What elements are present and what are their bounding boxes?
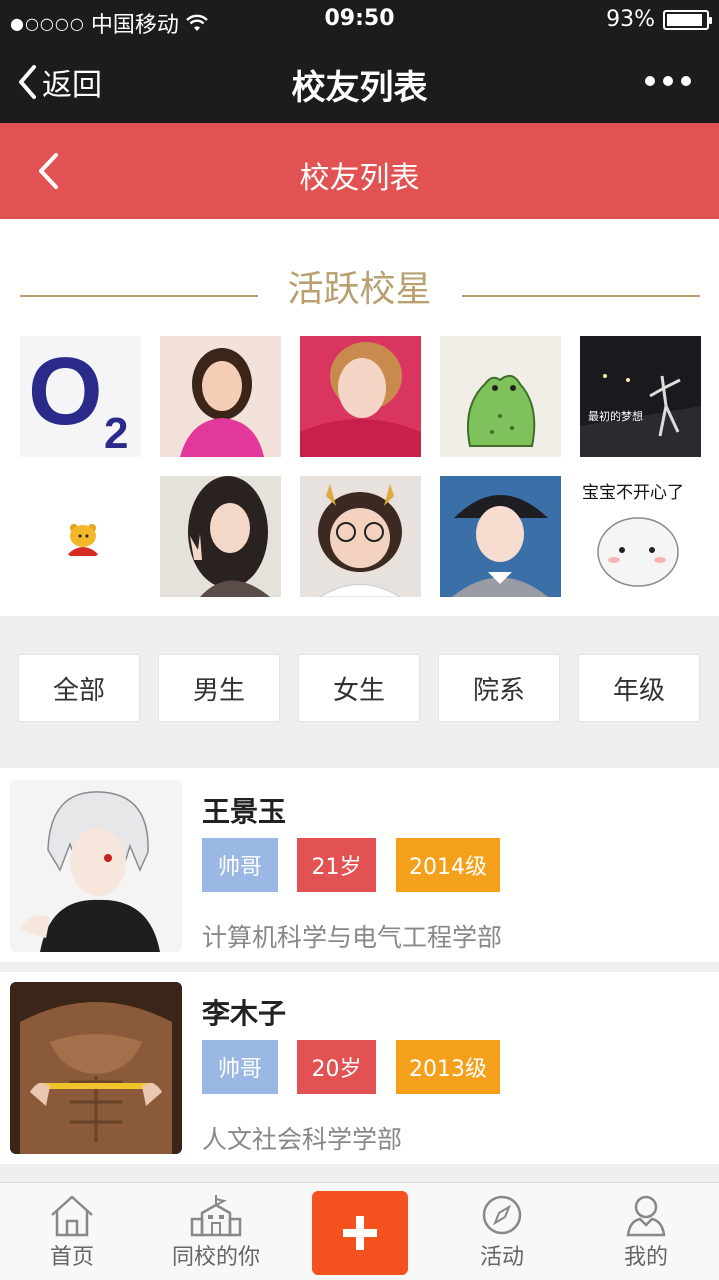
avatar-girl-red[interactable] [300, 336, 421, 457]
tab-profile[interactable]: 我的 [586, 1183, 706, 1280]
user-photo[interactable] [10, 780, 182, 952]
user-photo[interactable] [10, 982, 182, 1154]
avatar-o2-logo[interactable]: O 2 [20, 336, 141, 457]
filter-department[interactable]: 院系 [438, 654, 560, 722]
avatar-night-photo[interactable]: 最初的梦想 [580, 336, 701, 457]
bottom-tab-bar: 首页 同校的你 活动 我的 [0, 1182, 719, 1280]
battery-fill [667, 13, 703, 26]
tag-handsome: 帅哥 [202, 1040, 278, 1094]
nav-bar: 返回 校友列表 [0, 40, 719, 123]
active-stars-heading: 活跃校星 [0, 258, 719, 310]
heading-rule-right [462, 295, 700, 297]
o2-logo-icon: O 2 [28, 338, 128, 457]
battery-icon [663, 9, 712, 30]
avatar-hamster-sticker[interactable]: 宝宝不开心了 [580, 476, 701, 597]
page-header: 校友列表 [0, 123, 719, 219]
avatar-pooh-bear[interactable] [20, 476, 141, 597]
more-menu-icon[interactable] [645, 76, 691, 86]
filter-grade[interactable]: 年级 [578, 654, 700, 722]
avatar-girl-hat[interactable] [440, 476, 561, 597]
tag-grade: 2013级 [396, 1040, 500, 1094]
status-bar: ●○○○○ 中国移动 09:50 93% [0, 0, 719, 40]
tab-activity[interactable]: 活动 [442, 1183, 562, 1280]
page-title: 校友列表 [299, 161, 420, 196]
user-department: 计算机科学与电气工程学部 [202, 923, 503, 952]
o2-letter: O [28, 338, 103, 445]
filter-all[interactable]: 全部 [18, 654, 140, 722]
tag-age: 20岁 [297, 1040, 376, 1094]
compass-icon [482, 1195, 522, 1235]
tag-age: 21岁 [297, 838, 376, 892]
tab-schoolmates-label: 同校的你 [171, 1245, 260, 1270]
filter-female[interactable]: 女生 [298, 654, 420, 722]
avatar-cartoon-filter[interactable] [300, 476, 421, 597]
add-button[interactable] [312, 1191, 408, 1275]
tab-schoolmates[interactable]: 同校的你 [156, 1183, 276, 1280]
filter-male[interactable]: 男生 [158, 654, 280, 722]
user-card[interactable]: 王景玉 帅哥 21岁 2014级 计算机科学与电气工程学部 [0, 770, 719, 962]
tag-handsome: 帅哥 [202, 838, 278, 892]
user-name: 王景玉 [202, 795, 287, 828]
tag-grade: 2014级 [396, 838, 500, 892]
tab-activity-label: 活动 [479, 1245, 524, 1270]
user-department: 人文社会科学学部 [202, 1125, 403, 1154]
tab-profile-label: 我的 [623, 1245, 668, 1270]
user-icon [626, 1195, 666, 1237]
plus-icon [343, 1216, 377, 1250]
status-right: 93% [606, 7, 712, 32]
sticker-text: 宝宝不开心了 [582, 483, 684, 503]
nav-title: 校友列表 [291, 68, 428, 108]
o2-subscript: 2 [104, 409, 128, 457]
avatar-frog-cartoon[interactable] [440, 336, 561, 457]
home-icon [51, 1195, 93, 1237]
user-card[interactable]: 李木子 帅哥 20岁 2013级 人文社会科学学部 [0, 972, 719, 1164]
battery-percent: 93% [606, 7, 655, 32]
section-title: 活跃校星 [287, 269, 432, 310]
tab-home[interactable]: 首页 [12, 1183, 132, 1280]
card-divider [0, 962, 719, 972]
filter-bar: 全部 男生 女生 院系 年级 [0, 616, 719, 768]
user-name: 李木子 [202, 997, 287, 1030]
card-divider [0, 1164, 719, 1182]
avatar-girl-pink[interactable] [160, 336, 281, 457]
avatar-girl-peace[interactable] [160, 476, 281, 597]
avatar-handwriting: 最初的梦想 [588, 409, 643, 423]
school-icon [190, 1195, 242, 1237]
tab-home-label: 首页 [49, 1245, 94, 1270]
